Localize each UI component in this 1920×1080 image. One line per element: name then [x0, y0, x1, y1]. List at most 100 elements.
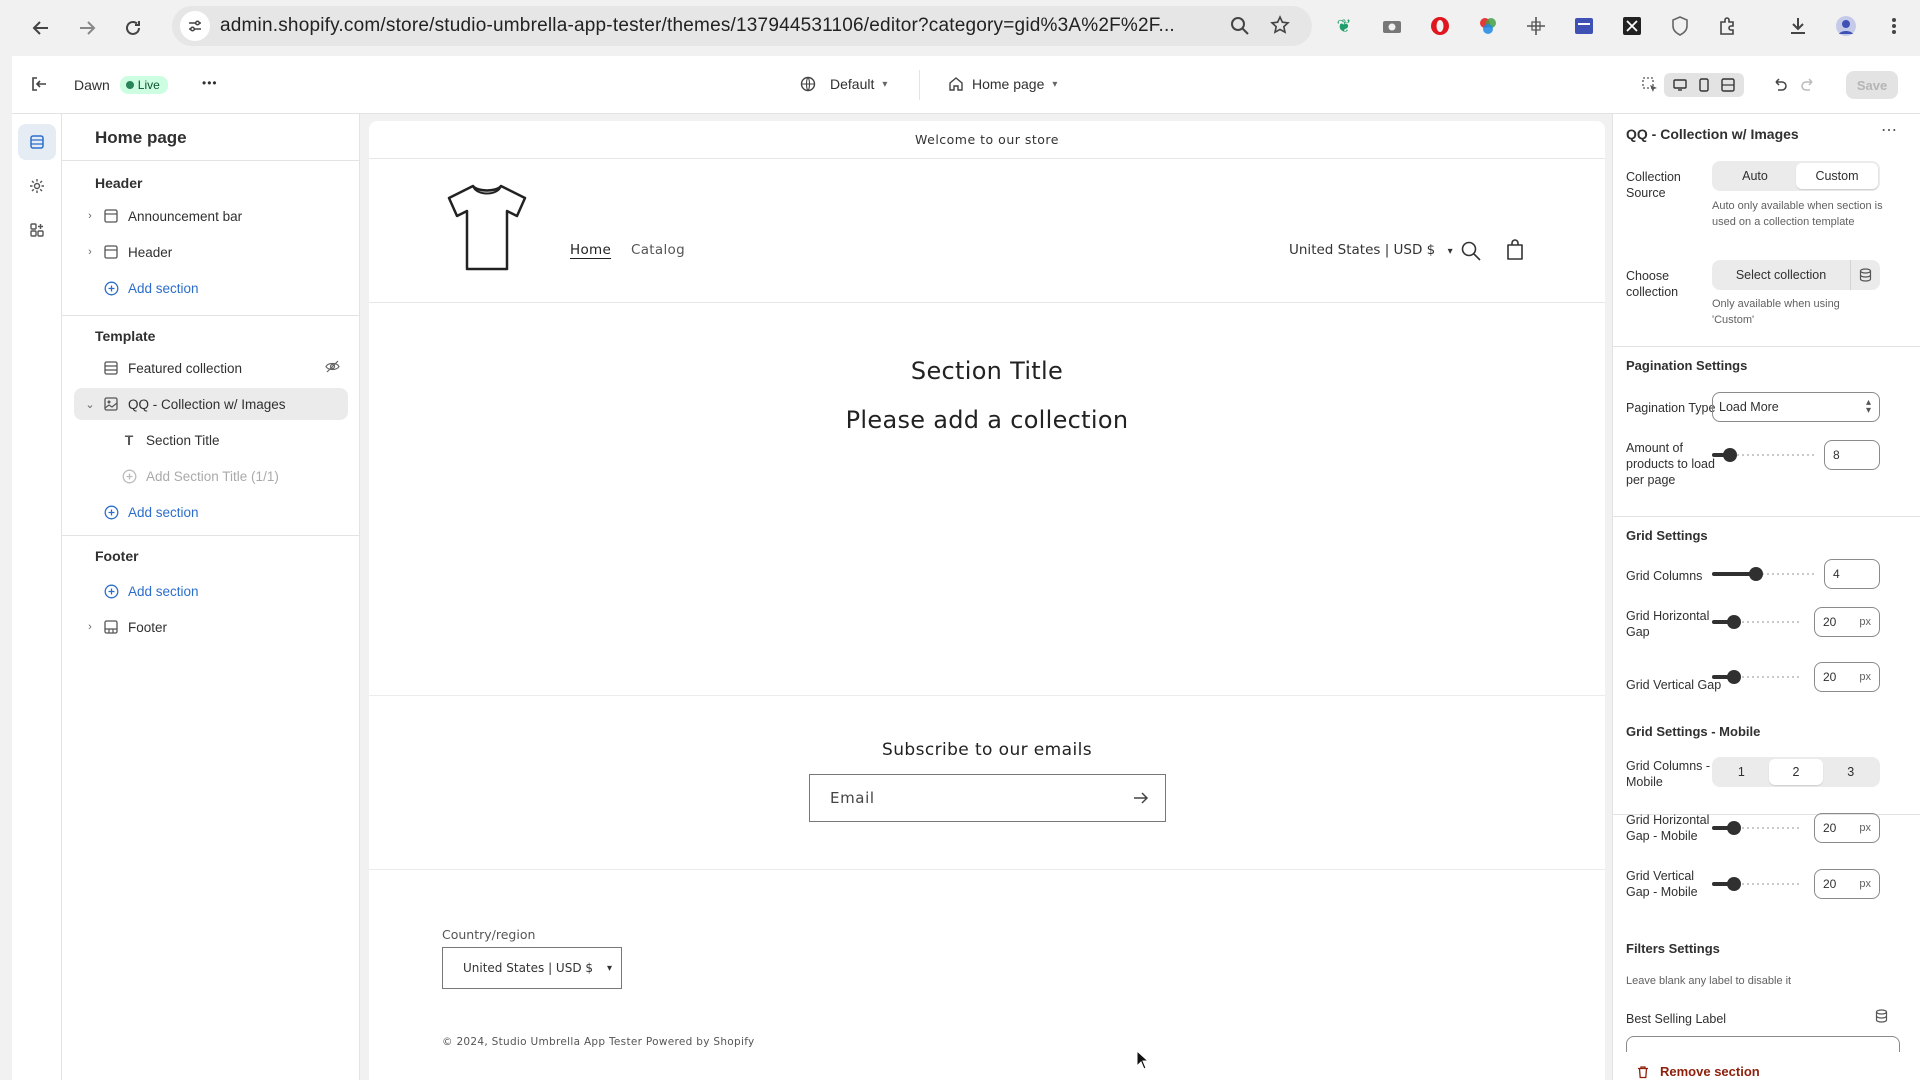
- back-icon[interactable]: [26, 13, 56, 43]
- view-selector[interactable]: Default ▾: [800, 76, 887, 92]
- theme-settings-gear-icon[interactable]: [18, 168, 56, 204]
- footer-layout-icon: [102, 618, 120, 636]
- nav-link-catalog[interactable]: Catalog: [631, 242, 685, 258]
- download-icon[interactable]: [1786, 14, 1810, 38]
- page-selector[interactable]: Home page ▾: [948, 76, 1057, 92]
- grid-hgap-slider[interactable]: [1712, 612, 1802, 632]
- address-bar[interactable]: admin.shopify.com/store/studio-umbrella-…: [172, 6, 1312, 46]
- slider-knob[interactable]: [1727, 615, 1742, 629]
- more-horizontal-icon[interactable]: ⋯: [1881, 120, 1897, 140]
- slider-knob[interactable]: [1727, 877, 1742, 891]
- chevron-down-icon[interactable]: ⌄: [82, 398, 98, 411]
- grid-vgap-mobile-input[interactable]: 20 px: [1814, 869, 1880, 899]
- grid-columns-slider[interactable]: [1712, 564, 1814, 584]
- locale-selector[interactable]: United States | USD $ ▾: [1289, 242, 1453, 258]
- sidebar-item-label: Featured collection: [128, 360, 243, 376]
- grid-vgap-input[interactable]: 20 px: [1814, 662, 1880, 692]
- cart-icon[interactable]: [1505, 239, 1525, 265]
- search-icon[interactable]: [1461, 241, 1481, 265]
- arrow-right-icon[interactable]: [1133, 789, 1165, 808]
- browser-menu-icon[interactable]: [1882, 14, 1906, 38]
- camera-extension-icon[interactable]: [1380, 14, 1404, 38]
- add-section-header-button[interactable]: › Add section: [74, 272, 348, 304]
- chevron-down-icon: ▾: [607, 962, 613, 974]
- color-picker-extension-icon[interactable]: [1476, 14, 1500, 38]
- shield-extension-icon[interactable]: [1668, 14, 1692, 38]
- inspector-icon[interactable]: [1638, 73, 1662, 97]
- redo-icon[interactable]: [1796, 73, 1820, 97]
- mobile-view-icon[interactable]: [1699, 78, 1709, 92]
- remove-section-button[interactable]: Remove section: [1626, 1064, 1760, 1079]
- undo-icon[interactable]: [1768, 73, 1792, 97]
- slider-knob[interactable]: [1727, 821, 1742, 835]
- select-collection-button[interactable]: Select collection: [1712, 260, 1880, 290]
- pagination-type-select[interactable]: Load More ▴ ▾: [1712, 392, 1880, 422]
- window-extension-icon[interactable]: [1572, 14, 1596, 38]
- unit-label: px: [1859, 822, 1871, 834]
- sidebar-item-footer[interactable]: › Footer: [74, 611, 348, 643]
- site-info-icon[interactable]: [180, 11, 210, 41]
- grid-columns-mobile-3[interactable]: 3: [1823, 759, 1878, 785]
- choose-collection-help: Only available when using 'Custom': [1712, 298, 1840, 326]
- grid-hgap-input[interactable]: 20 px: [1814, 607, 1880, 637]
- store-logo-tshirt-icon[interactable]: [445, 183, 529, 277]
- add-section-footer-button[interactable]: › Add section: [74, 575, 348, 607]
- theme-actions-button[interactable]: •••: [202, 76, 218, 90]
- chevron-right-icon[interactable]: ›: [82, 246, 98, 258]
- products-per-page-slider[interactable]: [1712, 445, 1814, 465]
- exit-editor-icon[interactable]: [30, 75, 48, 93]
- reload-icon[interactable]: [118, 13, 148, 43]
- sidebar-block-section-title[interactable]: › T Section Title: [74, 424, 348, 456]
- slider-knob[interactable]: [1727, 670, 1742, 684]
- slider-knob[interactable]: [1748, 567, 1763, 581]
- hummingbird-extension-icon[interactable]: ❦: [1332, 14, 1356, 38]
- slider-knob[interactable]: [1722, 448, 1737, 462]
- save-button[interactable]: Save: [1846, 71, 1898, 99]
- url-text: admin.shopify.com/store/studio-umbrella-…: [220, 15, 1175, 36]
- fullscreen-view-icon[interactable]: [1721, 78, 1735, 92]
- sections-icon[interactable]: [18, 124, 56, 160]
- grid-hgap-mobile-slider[interactable]: [1712, 818, 1802, 838]
- collection-source-custom[interactable]: Custom: [1796, 163, 1878, 189]
- plus-circle-icon: [102, 503, 120, 521]
- hidden-eye-icon[interactable]: [325, 359, 340, 377]
- crosshair-extension-icon[interactable]: [1524, 14, 1548, 38]
- collection-source-toggle[interactable]: Auto Custom: [1712, 161, 1880, 191]
- newsletter-email-input[interactable]: Email: [809, 774, 1166, 822]
- add-section-template-button[interactable]: › Add section: [74, 496, 348, 528]
- products-per-page-input[interactable]: 8: [1824, 440, 1880, 470]
- collection-source-auto[interactable]: Auto: [1714, 163, 1796, 189]
- forward-icon[interactable]: [72, 13, 102, 43]
- settings-title: QQ - Collection w/ Images: [1626, 126, 1799, 142]
- grid-columns-input[interactable]: 4: [1824, 559, 1880, 589]
- sidebar-item-announcement-bar[interactable]: › Announcement bar: [74, 200, 348, 232]
- announcement-bar[interactable]: Welcome to our store: [369, 121, 1605, 159]
- grid-columns-mobile-1[interactable]: 1: [1714, 759, 1769, 785]
- chevron-down-icon: ▾: [882, 78, 888, 90]
- grid-columns-mobile-toggle[interactable]: 1 2 3: [1712, 757, 1880, 787]
- sidebar-item-featured-collection[interactable]: › Featured collection: [74, 352, 348, 384]
- opera-extension-icon[interactable]: [1428, 14, 1452, 38]
- country-region-select[interactable]: United States | USD $ ▾: [442, 947, 622, 989]
- add-block-button[interactable]: › Add Section Title (1/1): [74, 460, 348, 492]
- bookmark-star-icon[interactable]: [1270, 15, 1290, 40]
- grid-columns-mobile-2[interactable]: 2: [1768, 759, 1824, 785]
- grid-vgap-mobile-slider[interactable]: [1712, 874, 1802, 894]
- apps-icon[interactable]: [18, 212, 56, 248]
- nav-link-home[interactable]: Home: [570, 242, 611, 258]
- grid-vgap-slider[interactable]: [1712, 667, 1802, 687]
- sidebar-item-header[interactable]: › Header: [74, 236, 348, 268]
- extensions-puzzle-icon[interactable]: [1716, 14, 1740, 38]
- x-extension-icon[interactable]: [1620, 14, 1644, 38]
- chevron-right-icon[interactable]: ›: [82, 210, 98, 222]
- grid-hgap-mobile-input[interactable]: 20 px: [1814, 813, 1880, 843]
- profile-avatar-icon[interactable]: [1834, 14, 1858, 38]
- database-icon[interactable]: [1875, 1009, 1888, 1028]
- image-section-icon: [102, 395, 120, 413]
- zoom-icon[interactable]: [1230, 16, 1250, 41]
- sidebar-item-qq-collection[interactable]: ⌄ QQ - Collection w/ Images: [74, 388, 348, 420]
- add-section-label: Add section: [128, 280, 199, 296]
- chevron-right-icon[interactable]: ›: [82, 621, 98, 633]
- store-header[interactable]: Home Catalog United States | USD $ ▾: [369, 159, 1605, 303]
- desktop-view-icon[interactable]: [1664, 73, 1744, 97]
